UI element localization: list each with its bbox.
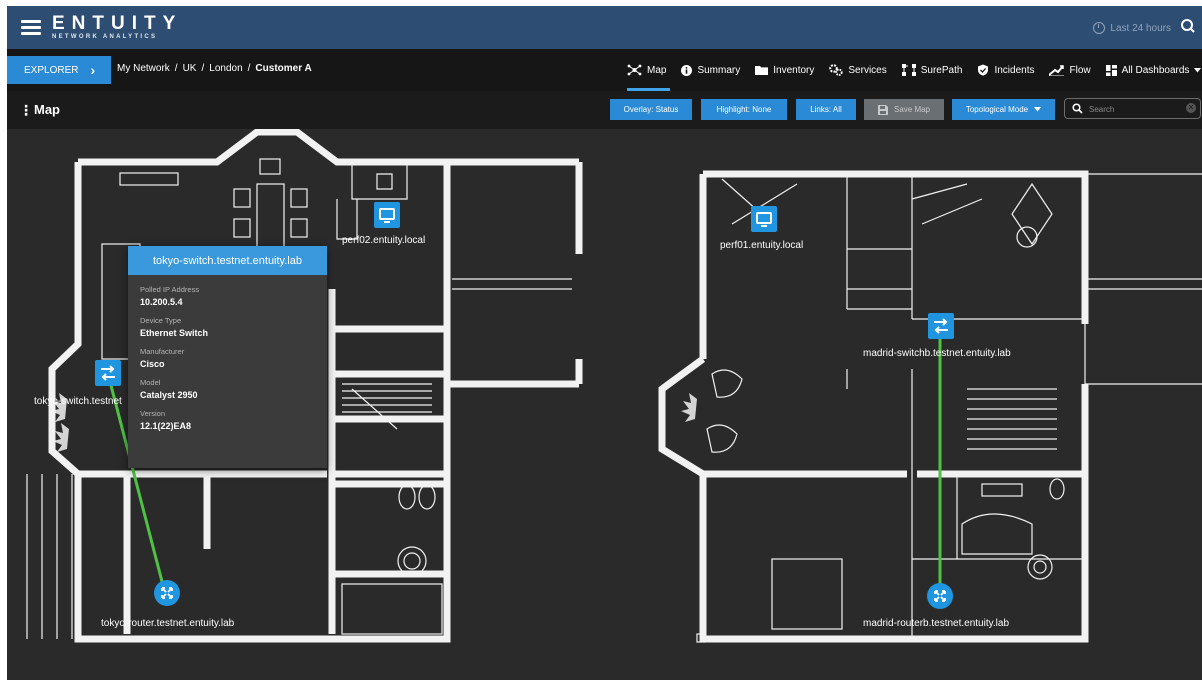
flow-icon (1049, 64, 1065, 76)
app-frame: ENTUITY NETWORK ANALYTICS Last 24 hours … (0, 0, 1202, 680)
services-icon (829, 64, 843, 76)
map-search: ✕ (1064, 98, 1201, 119)
tooltip-title: tokyo-switch.testnet.entuity.lab (128, 246, 327, 275)
device-label: perf01.entuity.local (720, 240, 804, 251)
info-icon (681, 64, 693, 76)
device-label: perf02.entuity.local (342, 235, 426, 246)
tab-incidents[interactable]: Incidents (977, 49, 1034, 91)
device-tokyo-router[interactable]: tokyo-router.testnet.entuity.lab (101, 580, 234, 629)
explorer-label: EXPLORER (24, 64, 79, 76)
caret-down-icon (1194, 67, 1202, 72)
explorer-button[interactable]: EXPLORER › (7, 56, 111, 84)
kebab-menu-icon[interactable]: ⋮ (19, 102, 33, 119)
mode-label: Topological Mode (965, 105, 1029, 114)
field-label: Manufacturer (140, 347, 185, 356)
time-range-label: Last 24 hours (1110, 22, 1171, 34)
map-toolbar: ⋮ Map Overlay: Status Highlight: None Li… (7, 91, 1202, 129)
logo: ENTUITY NETWORK ANALYTICS (52, 13, 183, 41)
device-label: tokyo-router.testnet.entuity.lab (101, 618, 235, 629)
device-tooltip: tokyo-switch.testnet.entuity.lab Polled … (128, 246, 327, 468)
tab-map[interactable]: Map (627, 49, 671, 91)
monitor-icon (751, 206, 777, 232)
folder-icon (755, 66, 769, 75)
highlight-button[interactable]: Highlight: None (701, 99, 787, 120)
field-label: Device Type (140, 316, 182, 325)
tab-all-dashboards[interactable]: All Dashboards (1105, 49, 1202, 91)
router-icon (154, 580, 180, 606)
nav-tabs: Map Summary Inventory Services SurePath … (627, 49, 1202, 91)
search-icon[interactable] (1180, 18, 1196, 36)
logo-sub: NETWORK ANALYTICS (52, 34, 158, 40)
router-icon (927, 583, 953, 609)
tooltip-field: Device Type Ethernet Switch (140, 316, 315, 338)
field-label: Model (140, 378, 161, 387)
switch-icon (95, 360, 121, 386)
field-value: Cisco (140, 359, 165, 369)
shield-icon (978, 64, 989, 76)
tab-label: Services (848, 64, 887, 76)
breadcrumb-item[interactable]: My Network (117, 63, 170, 74)
field-value: 12.1(22)EA8 (140, 421, 192, 431)
tab-label: Flow (1069, 64, 1091, 76)
device-label: madrid-switchb.testnet.entuity.lab (863, 348, 1011, 359)
tab-label: SurePath (920, 64, 963, 76)
save-map-label: Save Map (893, 105, 931, 114)
links-button[interactable]: Links: All (796, 99, 856, 120)
tab-label: All Dashboards (1121, 64, 1190, 76)
breadcrumb-item[interactable]: UK (183, 63, 197, 74)
caret-down-icon (1034, 107, 1042, 112)
map-network-icon (627, 64, 642, 76)
save-map-button[interactable]: Save Map (864, 99, 944, 120)
hamburger-menu-icon[interactable] (21, 20, 41, 35)
surepath-icon (901, 64, 916, 76)
clear-search-icon[interactable]: ✕ (1186, 103, 1196, 113)
save-icon (877, 104, 888, 115)
device-label: madrid-routerb.testnet.entuity.lab (863, 618, 1010, 629)
clock-icon (1093, 22, 1106, 34)
switch-icon (928, 313, 954, 339)
tab-flow[interactable]: Flow (1049, 49, 1091, 91)
tooltip-field: Manufacturer Cisco (140, 347, 315, 369)
topological-mode-dropdown[interactable]: Topological Mode (952, 99, 1055, 120)
tab-label: Summary (697, 64, 741, 76)
search-input[interactable] (1087, 101, 1186, 118)
tab-label: Inventory (773, 64, 815, 76)
field-label: Version (140, 409, 166, 418)
breadcrumb-current: Customer A (255, 63, 312, 74)
map-canvas[interactable]: tokyo-switch.testnet tokyo-router.testne… (7, 129, 1202, 680)
page-title: Map (34, 102, 60, 117)
tab-summary[interactable]: Summary (681, 49, 740, 91)
dashboard-icon (1105, 64, 1117, 76)
tooltip-field: Polled IP Address 10.200.5.4 (140, 285, 315, 307)
chevron-right-icon: › (90, 62, 96, 78)
tooltip-field: Model Catalyst 2950 (140, 378, 315, 400)
breadcrumb-item[interactable]: London (209, 63, 242, 74)
device-madrid-switchb[interactable]: madrid-switchb.testnet.entuity.lab (863, 313, 1011, 359)
nav-bar: EXPLORER › My Network / UK / London / Customer… (7, 49, 1202, 91)
field-value: Ethernet Switch (140, 328, 209, 338)
field-value: Catalyst 2950 (140, 390, 198, 400)
device-label: tokyo-switch.testnet (34, 396, 122, 407)
overlay-button[interactable]: Overlay: Status (610, 99, 692, 120)
field-value: 10.200.5.4 (140, 297, 183, 307)
tab-surepath[interactable]: SurePath (901, 49, 963, 91)
tab-label: Map (647, 64, 667, 76)
tab-inventory[interactable]: Inventory (755, 49, 814, 91)
logo-main: ENTUITY (52, 13, 183, 34)
device-perf01[interactable]: perf01.entuity.local (720, 206, 803, 251)
time-range-selector[interactable]: Last 24 hours (1093, 22, 1171, 34)
top-header: ENTUITY NETWORK ANALYTICS Last 24 hours (7, 6, 1202, 49)
monitor-icon (374, 202, 400, 228)
breadcrumb: My Network / UK / London / Customer A (117, 63, 312, 74)
field-label: Polled IP Address (140, 285, 200, 294)
device-madrid-routerb[interactable]: madrid-routerb.testnet.entuity.lab (863, 583, 1009, 629)
tab-services[interactable]: Services (829, 49, 887, 91)
tooltip-field: Version 12.1(22)EA8 (140, 409, 315, 431)
device-perf02[interactable]: perf02.entuity.local (342, 202, 425, 246)
tab-label: Incidents (994, 64, 1035, 76)
search-icon (1072, 103, 1083, 114)
device-tokyo-switch[interactable]: tokyo-switch.testnet (34, 360, 122, 407)
